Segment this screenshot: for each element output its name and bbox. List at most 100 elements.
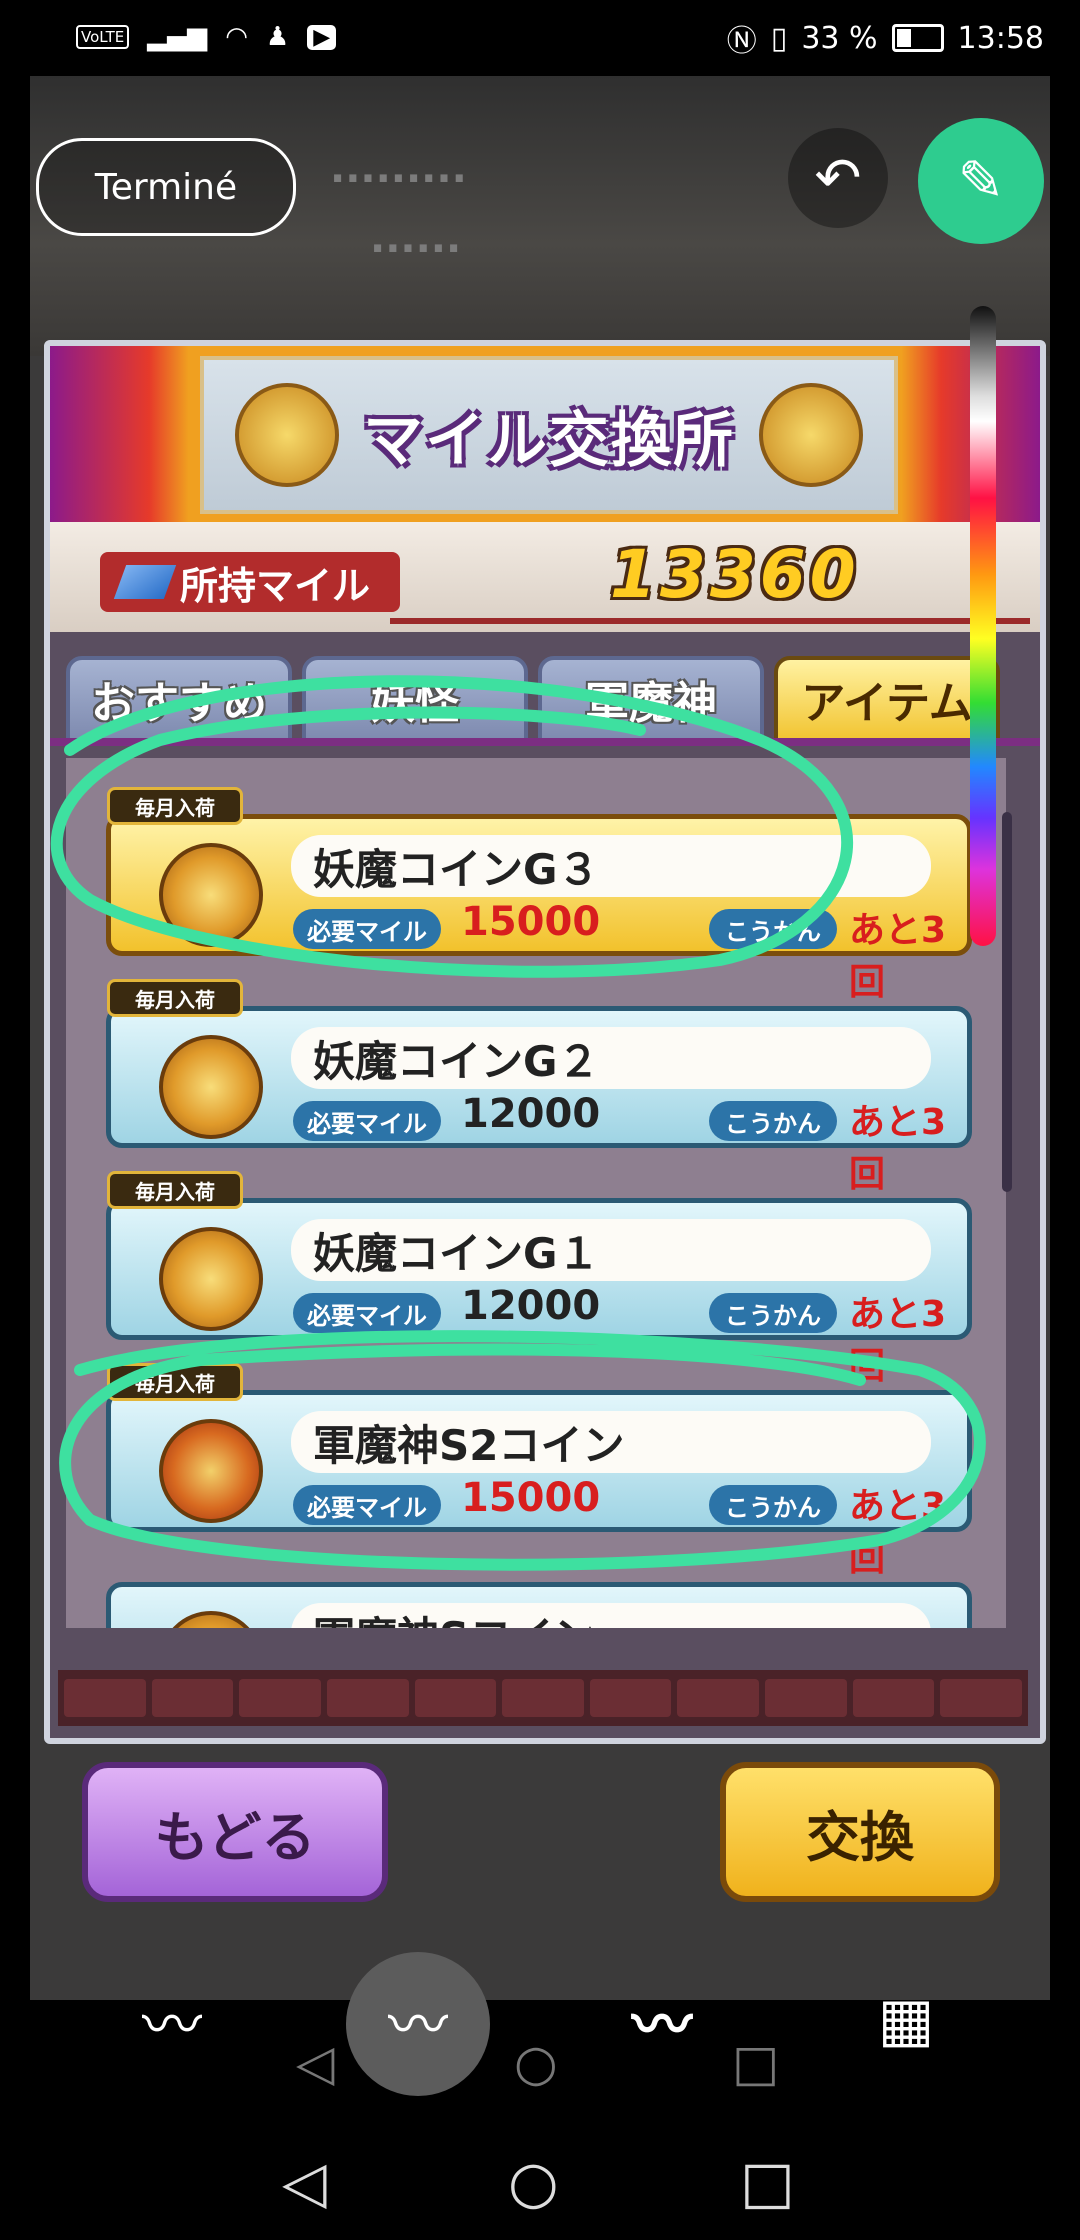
list-item[interactable]: 毎月入荷 妖魔コインG３ 必要マイル 15000 こうかん あと3回	[106, 787, 972, 1003]
page-dot	[326, 1679, 409, 1717]
exchange-banner: マイル交換所	[50, 346, 1040, 522]
screenshot-canvas[interactable]: ········· ······ マイル交換所 所持マイル 13360 おすすめ…	[30, 76, 1050, 2000]
yokai-coin-icon	[159, 1227, 263, 1331]
item-name: 妖魔コインG３	[291, 835, 931, 897]
cost-value: 12000	[461, 1091, 601, 1137]
navigation-bar: ◁ ○ □	[0, 2110, 1080, 2240]
battery-percent: 33 %	[801, 20, 878, 56]
pen-icon: ✎	[957, 148, 1005, 214]
item-name: 妖魔コインG１	[291, 1219, 931, 1281]
list-item[interactable]: 軍魔神Sコイン	[106, 1582, 972, 1628]
banner-frame: マイル交換所	[200, 356, 898, 514]
remaining-count: あと3回	[849, 1102, 947, 1195]
blurred-header-text: ······	[370, 226, 462, 272]
status-right: Ⓝ ▯ 33 % 13:58	[727, 16, 1044, 60]
page-dot	[852, 1679, 935, 1717]
mile-balance-row: 所持マイル 13360	[50, 522, 1040, 632]
mile-icon	[113, 565, 177, 599]
mile-label-box: 所持マイル	[100, 552, 400, 612]
tab-recommended[interactable]: おすすめ	[66, 656, 292, 742]
item-list[interactable]: 毎月入荷 妖魔コインG３ 必要マイル 15000 こうかん あと3回 毎月入荷 …	[66, 758, 1006, 1628]
page-dot	[239, 1679, 321, 1717]
status-left: VoLTE ▂▄▆ ◠ ♟ ▶	[76, 22, 337, 52]
pen-button[interactable]: ✎	[918, 118, 1044, 244]
wifi-icon: ◠	[225, 22, 248, 52]
home-nav-icon[interactable]: ○	[508, 2148, 559, 2216]
monthly-badge: 毎月入荷	[107, 1171, 243, 1209]
mile-balance-value: 13360	[610, 536, 860, 613]
cost-value: 12000	[461, 1283, 601, 1329]
tab-underline	[50, 738, 1040, 746]
item-name: 妖魔コインG２	[291, 1027, 931, 1089]
clock: 13:58	[957, 20, 1044, 56]
blurred-header-text: ·········	[330, 156, 467, 202]
mile-label: 所持マイル	[180, 563, 371, 608]
color-slider[interactable]	[970, 306, 996, 946]
page-dot	[64, 1679, 146, 1717]
divider	[390, 618, 1030, 624]
cost-label: 必要マイル	[293, 1101, 441, 1141]
swap-label: こうかん	[709, 1101, 837, 1141]
undo-icon: ↶	[814, 145, 862, 211]
swap-label: こうかん	[709, 1293, 837, 1333]
remaining-count: あと3回	[849, 1486, 947, 1579]
list-item[interactable]: 毎月入荷 妖魔コインG１ 必要マイル 12000 こうかん あと3回	[106, 1171, 972, 1387]
volte-badge: VoLTE	[76, 25, 130, 49]
monthly-badge: 毎月入荷	[107, 1363, 243, 1401]
eraser-brush-icon[interactable]: ▦	[866, 1980, 946, 2060]
mile-exchange-panel: マイル交換所 所持マイル 13360 おすすめ 妖怪 軍魔神 アイテム 毎月入荷…	[44, 340, 1046, 1744]
tab-yokai[interactable]: 妖怪	[302, 656, 528, 742]
page-dot	[502, 1679, 584, 1717]
gunmajin-coin-icon	[159, 1419, 263, 1523]
recents-nav-icon[interactable]: □	[740, 2148, 795, 2216]
list-item[interactable]: 毎月入荷 軍魔神S2コイン 必要マイル 15000 こうかん あと3回	[106, 1363, 972, 1579]
swap-label: こうかん	[709, 909, 837, 949]
thin-brush-icon[interactable]: 〰	[132, 1980, 212, 2061]
remaining-count: あと3回	[849, 910, 947, 1003]
back-button[interactable]: もどる	[82, 1762, 388, 1902]
banner-title: マイル交換所	[363, 405, 735, 476]
item-name: 軍魔神S2コイン	[291, 1411, 931, 1473]
remaining-count: あと3回	[849, 1294, 947, 1387]
status-bar: VoLTE ▂▄▆ ◠ ♟ ▶ Ⓝ ▯ 33 % 13:58	[0, 0, 1080, 76]
page-dot	[151, 1679, 234, 1717]
page-dot	[765, 1679, 847, 1717]
done-button[interactable]: Terminé	[36, 138, 296, 236]
panel-body: 所持マイル 13360 おすすめ 妖怪 軍魔神 アイテム 毎月入荷 妖魔コインG…	[50, 522, 1040, 1738]
nfc-icon: Ⓝ	[726, 24, 757, 59]
yokai-coin-icon	[159, 843, 263, 947]
page-dot	[589, 1679, 672, 1717]
back-nav-ghost-icon: ◁	[296, 2034, 335, 2092]
page-dot	[414, 1679, 497, 1717]
marker-brush-icon[interactable]: 〰	[378, 1980, 458, 2061]
cost-label: 必要マイル	[293, 1293, 441, 1333]
page-dot	[940, 1679, 1023, 1717]
monthly-badge: 毎月入荷	[107, 787, 243, 825]
cost-label: 必要マイル	[293, 909, 441, 949]
undo-button[interactable]: ↶	[788, 128, 888, 228]
back-nav-icon[interactable]: ◁	[282, 2148, 327, 2216]
coin-icon	[235, 383, 339, 487]
youtube-icon: ▶	[307, 24, 337, 50]
tab-items[interactable]: アイテム	[774, 656, 1000, 742]
cost-label: 必要マイル	[293, 1485, 441, 1525]
signal-icon: ▂▄▆	[147, 22, 208, 52]
item-name: 軍魔神Sコイン	[291, 1603, 931, 1628]
notification-icon: ♟	[265, 22, 290, 52]
swap-label: こうかん	[709, 1485, 837, 1525]
recents-nav-ghost-icon: □	[732, 2034, 780, 2092]
exchange-button[interactable]: 交換	[720, 1762, 1000, 1902]
vibrate-icon: ▯	[770, 20, 788, 56]
tab-gunmajin[interactable]: 軍魔神	[538, 656, 764, 742]
page-indicator-strip	[58, 1670, 1028, 1726]
gunmajin-coin-icon	[159, 1611, 263, 1628]
page-dot	[677, 1679, 760, 1717]
monthly-badge: 毎月入荷	[107, 979, 243, 1017]
coin-icon	[759, 383, 863, 487]
thick-brush-icon[interactable]: 〰	[622, 1980, 702, 2061]
battery-icon	[891, 24, 944, 52]
home-nav-ghost-icon: ○	[514, 2034, 558, 2092]
cost-value: 15000	[461, 1475, 601, 1521]
list-scrollbar[interactable]	[1002, 812, 1012, 1192]
list-item[interactable]: 毎月入荷 妖魔コインG２ 必要マイル 12000 こうかん あと3回	[106, 979, 972, 1195]
